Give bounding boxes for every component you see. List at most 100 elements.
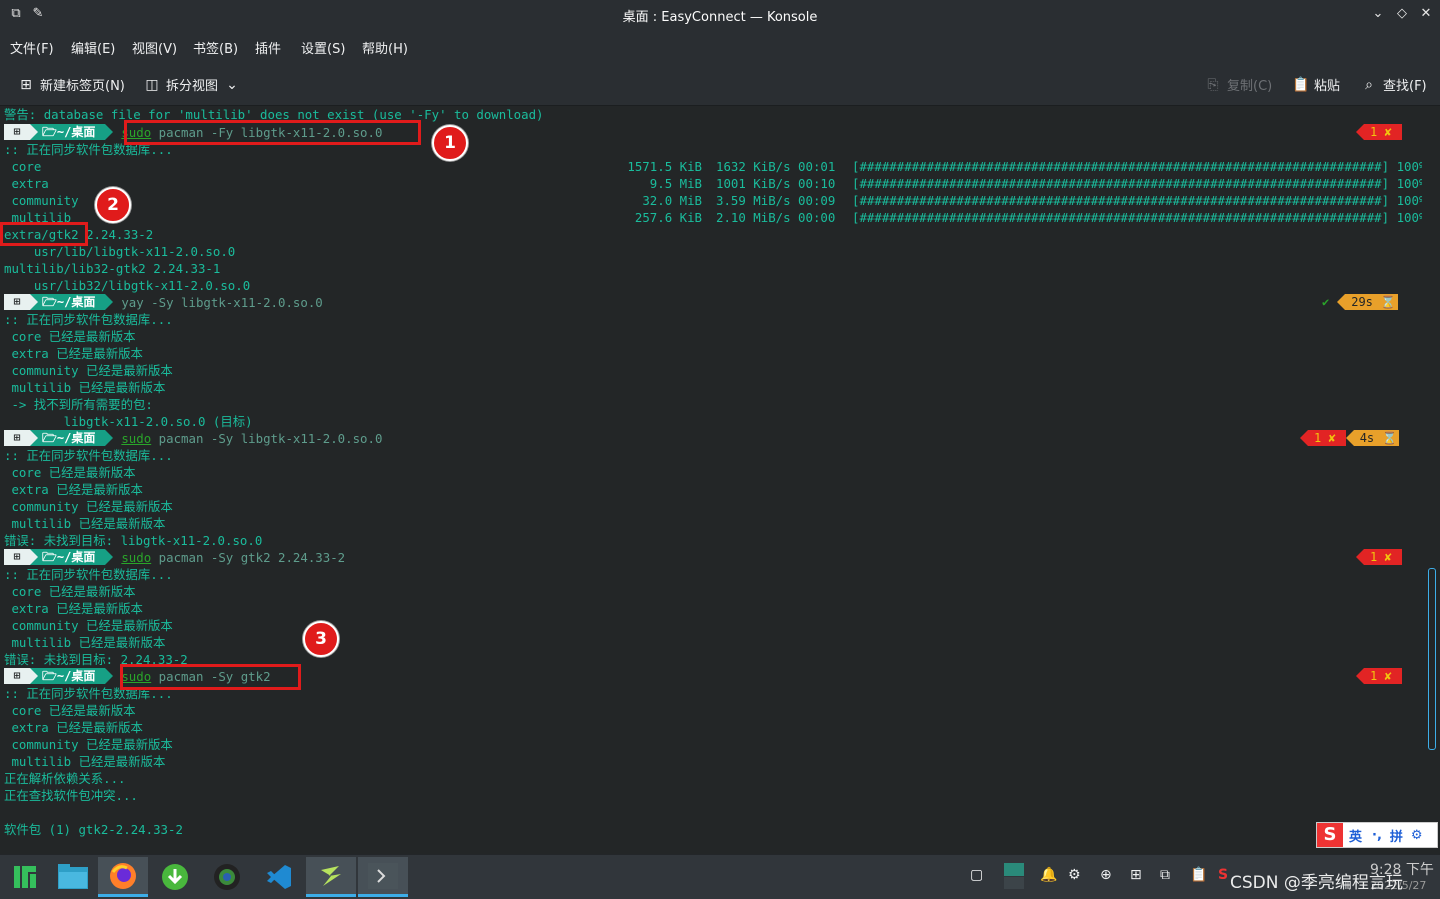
- sync-line: :: 正在同步软件包数据库...: [4, 448, 173, 463]
- dl-rate: 3.59 MiB/s 00:09: [716, 193, 836, 208]
- find-button[interactable]: ⌕ 查找(F): [1361, 75, 1427, 95]
- menu-plugins[interactable]: 插件: [255, 38, 281, 57]
- annotation-marker-3: 3: [303, 621, 339, 657]
- prompt-dir: 🗁~/桌面: [38, 549, 106, 565]
- clipboard-icon[interactable]: 📋: [1190, 867, 1207, 883]
- prompt-line: ⊞ 🗁~/桌面 sudo pacman -Sy libgtk-x11-2.0.s…: [4, 430, 382, 446]
- paste-button[interactable]: 📋 粘贴: [1292, 75, 1341, 95]
- status-error: 1 ✘: [1356, 668, 1402, 684]
- ime-status-bar[interactable]: S 英 ·, 拼 ⚙: [1316, 822, 1438, 848]
- ime-punct[interactable]: ·,: [1372, 828, 1382, 843]
- sogou-logo-icon: S: [1317, 823, 1343, 847]
- uptodate-line: multilib 已经是最新版本: [4, 754, 166, 769]
- menu-view[interactable]: 视图(V): [132, 38, 177, 57]
- virtual-desktop-icon[interactable]: [1004, 863, 1024, 893]
- dl-size: 32.0 MiB: [642, 193, 702, 208]
- kdeconnect-icon[interactable]: ⚙: [1068, 867, 1081, 883]
- uptodate-line: community 已经是最新版本: [4, 737, 173, 752]
- new-tab-button[interactable]: ⊞ 新建标签页(N): [18, 75, 125, 95]
- display-icon[interactable]: ⧉: [1160, 867, 1170, 883]
- dl-bar: [#######################################…: [852, 159, 1422, 174]
- browser-globe-icon[interactable]: [202, 857, 252, 897]
- status-error: 1 ✘: [1356, 124, 1402, 140]
- dl-size: 257.6 KiB: [634, 210, 702, 225]
- dl-size: 9.5 MiB: [649, 176, 702, 191]
- distro-icon: ⊞: [4, 668, 30, 684]
- file-manager-icon[interactable]: [48, 857, 98, 897]
- uptodate-line: core 已经是最新版本: [4, 584, 136, 599]
- minimize-icon[interactable]: ⌄: [1368, 4, 1388, 24]
- paste-label: 粘贴: [1314, 79, 1341, 94]
- uptodate-line: community 已经是最新版本: [4, 499, 173, 514]
- search-icon: ⌕: [1365, 76, 1373, 93]
- network-icon[interactable]: ⊞: [1130, 867, 1142, 883]
- dl-name: core: [4, 159, 42, 174]
- menu-help[interactable]: 帮助(H): [362, 38, 408, 57]
- distro-icon: ⊞: [4, 549, 30, 565]
- uptodate-line: core 已经是最新版本: [4, 703, 136, 718]
- dl-bar: [#######################################…: [852, 210, 1422, 225]
- split-view-button[interactable]: ◫ 拆分视图 ⌄: [144, 75, 240, 95]
- dl-name: extra: [4, 176, 49, 191]
- command-text: yay -Sy libgtk-x11-2.0.so.0: [121, 294, 323, 310]
- notfound-line: -> 找不到所有需要的包:: [4, 397, 153, 412]
- menu-edit[interactable]: 编辑(E): [71, 38, 115, 57]
- uptodate-line: community 已经是最新版本: [4, 363, 173, 378]
- dl-rate: 1632 KiB/s 00:01: [716, 159, 836, 174]
- scrollbar[interactable]: [1422, 106, 1440, 854]
- terminal-view[interactable]: 警告: database file for 'multilib' does no…: [0, 106, 1422, 854]
- distro-icon: ⊞: [4, 430, 30, 446]
- uptodate-line: multilib 已经是最新版本: [4, 516, 166, 531]
- notifications-icon[interactable]: 🔔: [1040, 867, 1057, 883]
- find-label: 查找(F): [1383, 79, 1427, 94]
- show-desktop-icon[interactable]: ▢: [970, 867, 983, 883]
- distro-icon: ⊞: [4, 124, 30, 140]
- sync-line: :: 正在同步软件包数据库...: [4, 312, 173, 327]
- download-manager-icon[interactable]: [150, 857, 200, 897]
- annotation-box-2: [0, 222, 88, 246]
- result-line: multilib/lib32-gtk2 2.24.33-1: [4, 261, 221, 276]
- menu-bookmarks[interactable]: 书签(B): [193, 38, 238, 57]
- prompt-line: ⊞ 🗁~/桌面 yay -Sy libgtk-x11-2.0.so.0: [4, 294, 323, 310]
- uptodate-line: multilib 已经是最新版本: [4, 380, 166, 395]
- copy-button[interactable]: ⎘ 复制(C): [1205, 75, 1273, 95]
- copy-label: 复制(C): [1227, 79, 1273, 94]
- spectacle-icon[interactable]: [306, 857, 356, 897]
- update-icon[interactable]: ⊕: [1100, 867, 1112, 883]
- packages-line: 软件包 (1) gtk2-2.24.33-2: [4, 822, 183, 837]
- menu-bar: 文件(F) 编辑(E) 视图(V) 书签(B) 插件 设置(S) 帮助(H): [0, 28, 1440, 62]
- konsole-taskbar-icon[interactable]: [358, 857, 408, 897]
- maximize-icon[interactable]: ◇: [1392, 4, 1412, 24]
- split-view-icon: ◫: [145, 76, 159, 93]
- uptodate-line: extra 已经是最新版本: [4, 482, 143, 497]
- app-launcher-icon[interactable]: [0, 857, 50, 897]
- annotation-box-1: [124, 120, 421, 145]
- status-error: 1 ✘: [1356, 549, 1402, 565]
- menu-file[interactable]: 文件(F): [10, 38, 54, 57]
- resolving-line: 正在解析依赖关系...: [4, 771, 126, 786]
- prompt-dir: 🗁~/桌面: [38, 124, 106, 140]
- annotation-marker-1: 1: [432, 125, 468, 161]
- uptodate-line: community 已经是最新版本: [4, 618, 173, 633]
- menu-settings[interactable]: 设置(S): [301, 38, 345, 57]
- sync-line: :: 正在同步软件包数据库...: [4, 567, 173, 582]
- uptodate-line: extra 已经是最新版本: [4, 346, 143, 361]
- sogou-tray-icon[interactable]: S: [1218, 867, 1228, 883]
- vscode-icon[interactable]: [254, 857, 304, 897]
- window-title: 桌面 : EasyConnect — Konsole: [622, 10, 818, 25]
- gear-icon[interactable]: ⚙: [1411, 828, 1423, 843]
- close-icon[interactable]: ✕: [1416, 4, 1436, 24]
- ime-lang[interactable]: 英: [1349, 826, 1362, 845]
- dl-bar: [#######################################…: [852, 176, 1422, 191]
- notfound-target: libgtk-x11-2.0.so.0 (目标): [4, 414, 253, 429]
- firefox-icon[interactable]: [98, 857, 148, 897]
- copy-icon: ⎘: [1207, 76, 1219, 93]
- uptodate-line: multilib 已经是最新版本: [4, 635, 166, 650]
- status-ok: ✔ 29s ⌛: [1322, 294, 1398, 310]
- uptodate-line: core 已经是最新版本: [4, 329, 136, 344]
- ime-pinyin[interactable]: 拼: [1390, 826, 1403, 845]
- split-view-label: 拆分视图: [166, 79, 219, 94]
- scrollbar-thumb[interactable]: [1428, 568, 1436, 750]
- distro-icon: ⊞: [4, 294, 30, 310]
- uptodate-line: extra 已经是最新版本: [4, 720, 143, 735]
